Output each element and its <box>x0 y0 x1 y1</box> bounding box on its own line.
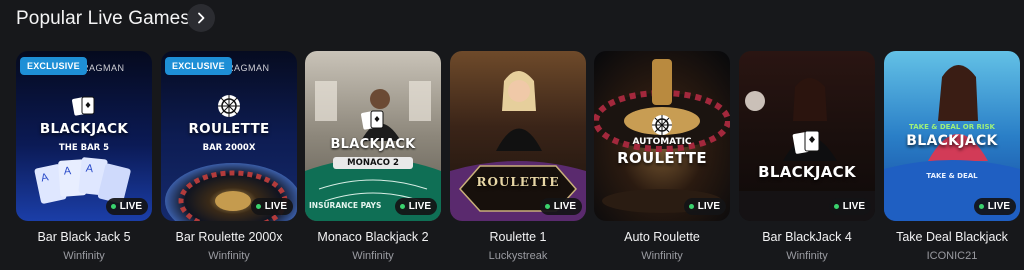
live-label: LIVE <box>842 201 865 212</box>
playing-cards-icon <box>361 110 384 130</box>
game-thumbnail[interactable]: A A A BLACKJACK THE BAR 5 RAGMAN EXCLUSI… <box>16 51 152 221</box>
game-card[interactable]: BLACKJACK LIVE Bar BlackJack 4 Winfinity <box>739 51 875 262</box>
game-card[interactable]: ROULETTE LIVE Roulette 1 Luckystreak <box>450 51 586 262</box>
art-title: BLACKJACK <box>758 163 856 181</box>
game-thumbnail[interactable]: TAKE & DEAL OR RISK BLACKJACK TAKE & DEA… <box>884 51 1020 221</box>
art-title: ROULETTE <box>476 175 560 189</box>
game-title[interactable]: Bar Roulette 2000x <box>161 230 297 244</box>
game-provider: Luckystreak <box>488 250 548 262</box>
game-card[interactable]: A A A BLACKJACK THE BAR 5 RAGMAN EXCLUSI… <box>16 51 152 262</box>
game-title[interactable]: Bar Black Jack 5 <box>16 230 152 244</box>
playing-cards-icon <box>72 96 95 116</box>
live-badge: LIVE <box>394 198 437 215</box>
art-subtitle: AUTOMATIC <box>632 137 692 147</box>
game-provider: Winfinity <box>63 250 105 262</box>
roulette-wheel-icon <box>218 95 240 117</box>
games-carousel: A A A BLACKJACK THE BAR 5 RAGMAN EXCLUSI… <box>16 51 1024 270</box>
chevron-right-icon <box>198 12 205 24</box>
game-provider: ICONIC21 <box>926 250 978 262</box>
game-provider: Winfinity <box>786 250 828 262</box>
next-button[interactable] <box>187 4 215 32</box>
live-badge: LIVE <box>683 198 726 215</box>
game-title[interactable]: Bar BlackJack 4 <box>739 230 875 244</box>
art-subtitle: TAKE & DEAL OR RISK <box>909 123 995 131</box>
live-label: LIVE <box>987 201 1010 212</box>
roulette-wheel-icon <box>652 115 672 135</box>
game-thumbnail[interactable]: BLACKJACK LIVE <box>739 51 875 221</box>
art-title: BLACKJACK <box>39 121 129 137</box>
game-card[interactable]: AUTOMATIC ROULETTE LIVE Auto Roulette Wi… <box>594 51 730 262</box>
game-provider: Winfinity <box>352 250 394 262</box>
art-note: INSURANCE PAYS <box>309 201 382 210</box>
game-card[interactable]: BLACKJACK MONACO 2 INSURANCE PAYS LIVE M… <box>305 51 441 262</box>
live-dot-icon <box>688 204 694 209</box>
live-label: LIVE <box>119 201 142 212</box>
live-dot-icon <box>110 204 116 209</box>
art-title: ROULETTE <box>188 121 270 137</box>
section-header: Popular Live Games <box>16 4 190 34</box>
live-dot-icon <box>544 204 550 209</box>
game-title[interactable]: Auto Roulette <box>594 230 730 244</box>
game-title[interactable]: Roulette 1 <box>450 230 586 244</box>
live-badge: LIVE <box>250 198 293 215</box>
art-title: ROULETTE <box>617 149 707 167</box>
brand-label: RAGMAN <box>82 63 125 73</box>
live-dot-icon <box>833 204 839 209</box>
art-subtitle: MONACO 2 <box>333 157 413 169</box>
live-label: LIVE <box>408 201 431 212</box>
game-thumbnail[interactable]: ROULETTE LIVE <box>450 51 586 221</box>
game-thumbnail[interactable]: ROULETTE BAR 2000X RAGMAN EXCLUSIVE LIVE <box>161 51 297 221</box>
art-subtitle: THE BAR 5 <box>58 143 110 153</box>
game-provider: Winfinity <box>641 250 683 262</box>
game-card[interactable]: TAKE & DEAL OR RISK BLACKJACK TAKE & DEA… <box>884 51 1020 262</box>
art-title: BLACKJACK <box>906 133 998 149</box>
brand-label: RAGMAN <box>227 63 270 73</box>
art-title: BLACKJACK <box>330 137 416 152</box>
live-dot-icon <box>255 204 261 209</box>
game-thumbnail[interactable]: AUTOMATIC ROULETTE LIVE <box>594 51 730 221</box>
live-badge: LIVE <box>828 198 871 215</box>
game-thumbnail[interactable]: BLACKJACK MONACO 2 INSURANCE PAYS LIVE <box>305 51 441 221</box>
live-label: LIVE <box>697 201 720 212</box>
game-provider: Winfinity <box>208 250 250 262</box>
live-label: LIVE <box>264 201 287 212</box>
live-badge: LIVE <box>539 198 582 215</box>
live-badge: LIVE <box>105 198 148 215</box>
art-subtitle: BAR 2000X <box>202 143 256 153</box>
live-dot-icon <box>978 204 984 209</box>
live-label: LIVE <box>553 201 576 212</box>
exclusive-badge: EXCLUSIVE <box>20 57 87 75</box>
game-title[interactable]: Monaco Blackjack 2 <box>305 230 441 244</box>
art-note: TAKE & DEAL <box>926 172 978 180</box>
section-title: Popular Live Games <box>16 8 190 29</box>
playing-cards-icon <box>792 130 820 154</box>
game-card[interactable]: ROULETTE BAR 2000X RAGMAN EXCLUSIVE LIVE… <box>161 51 297 262</box>
exclusive-badge: EXCLUSIVE <box>165 57 232 75</box>
game-title[interactable]: Take Deal Blackjack <box>884 230 1020 244</box>
live-badge: LIVE <box>973 198 1016 215</box>
live-dot-icon <box>399 204 405 209</box>
